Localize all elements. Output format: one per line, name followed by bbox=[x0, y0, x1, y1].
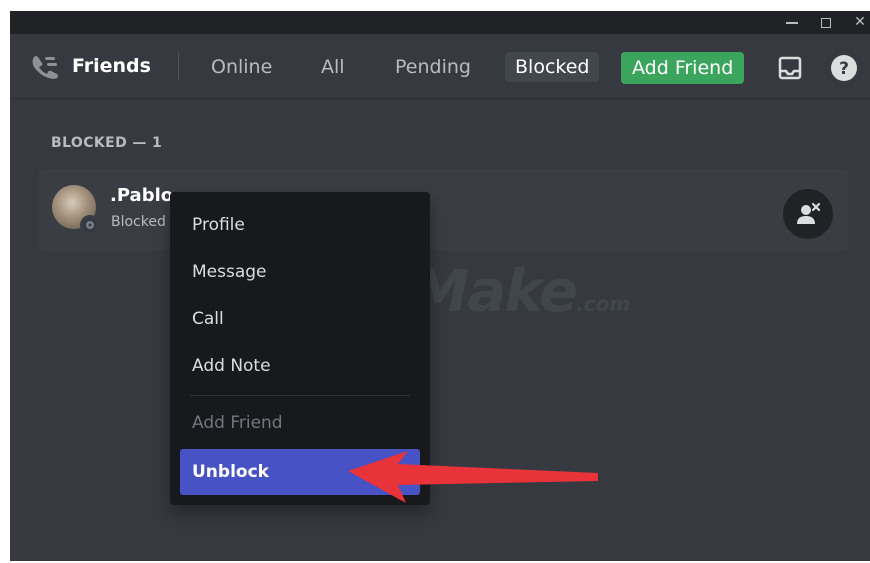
red-pointer-arrow bbox=[348, 451, 598, 503]
app-window: ✕ Friends Online All Pending Blocked Add… bbox=[10, 11, 870, 561]
